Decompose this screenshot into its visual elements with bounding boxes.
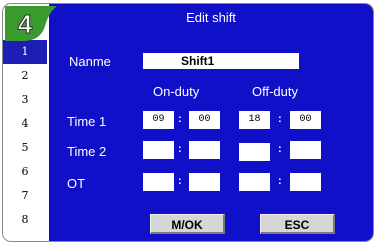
ot-on-min-field[interactable] — [189, 173, 220, 191]
time1-on-hour-field[interactable]: 09 — [143, 111, 174, 129]
edit-shift-dialog: Edit shift Nanme Shift1 On-duty Off-duty… — [49, 4, 373, 241]
sidebar-item-2[interactable]: 2 — [3, 64, 47, 88]
sidebar: 1 2 3 4 5 6 7 8 — [3, 40, 47, 241]
ok-button[interactable]: M/OK — [150, 214, 225, 234]
on-duty-header: On-duty — [153, 84, 200, 99]
time2-on-hour-field[interactable] — [143, 141, 174, 159]
time2-off-separator: : — [278, 143, 282, 155]
sidebar-item-6[interactable]: 6 — [3, 160, 47, 184]
time2-on-separator: : — [178, 143, 182, 155]
time2-on-min-field[interactable] — [189, 141, 220, 159]
dialog-title: Edit shift — [186, 10, 236, 25]
time2-label: Time 2 — [67, 144, 107, 159]
time1-off-separator: : — [278, 113, 282, 125]
step-badge: 4 — [5, 6, 57, 42]
time1-off-hour-field[interactable]: 18 — [239, 111, 270, 129]
time1-on-separator: : — [178, 113, 182, 125]
off-duty-header: Off-duty — [252, 84, 299, 99]
time1-off-min-field[interactable]: 00 — [290, 111, 321, 129]
ot-on-hour-field[interactable] — [143, 173, 174, 191]
ot-on-separator: : — [178, 175, 182, 187]
step-number: 4 — [18, 9, 33, 39]
sidebar-item-1[interactable]: 1 — [3, 40, 47, 64]
sidebar-item-3[interactable]: 3 — [3, 88, 47, 112]
name-label: Nanme — [69, 54, 111, 69]
shift-name-field[interactable]: Shift1 — [143, 53, 299, 69]
sidebar-item-4[interactable]: 4 — [3, 112, 47, 136]
sidebar-item-7[interactable]: 7 — [3, 184, 47, 208]
ot-off-min-field[interactable] — [290, 173, 321, 191]
time1-on-min-field[interactable]: 00 — [189, 111, 220, 129]
ot-off-hour-field[interactable] — [239, 173, 270, 191]
time2-off-min-field[interactable] — [290, 141, 321, 159]
ot-off-separator: : — [278, 175, 282, 187]
ot-label: OT — [67, 176, 86, 191]
time1-label: Time 1 — [67, 114, 107, 129]
time2-off-hour-field[interactable] — [239, 143, 270, 161]
sidebar-item-8[interactable]: 8 — [3, 208, 47, 232]
esc-button[interactable]: ESC — [260, 214, 335, 234]
device-screen: 4 1 2 3 4 5 6 7 8 Edit shift Nanme Shift… — [2, 3, 374, 242]
sidebar-item-5[interactable]: 5 — [3, 136, 47, 160]
